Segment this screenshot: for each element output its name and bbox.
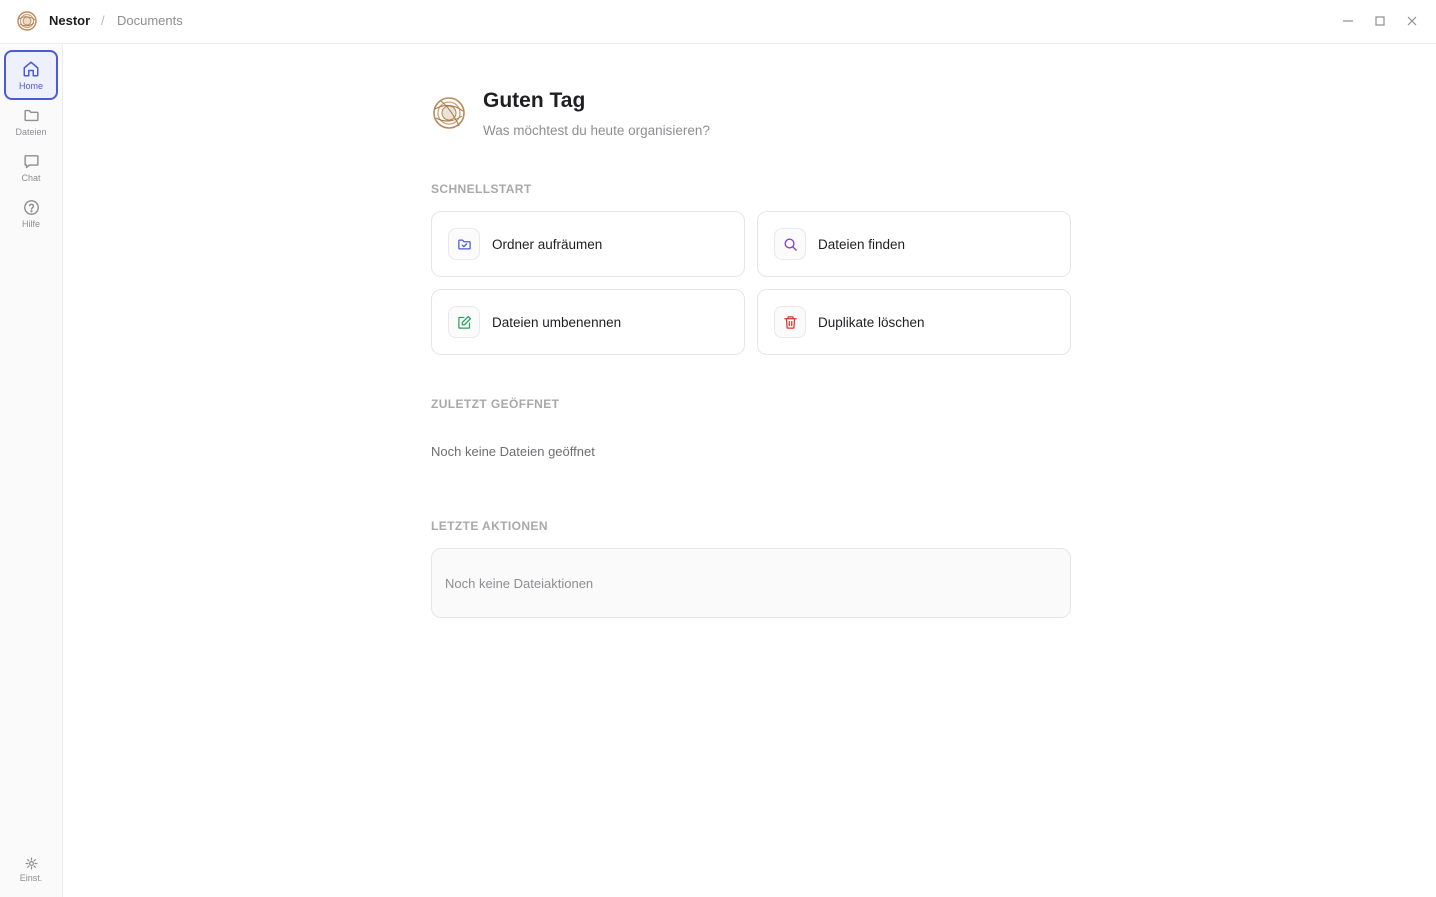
nestor-logo-icon [433, 97, 465, 129]
sidebar-item-label: Dateien [15, 127, 47, 137]
close-button[interactable] [1403, 12, 1421, 30]
quick-action-organize-folder[interactable]: Ordner aufräumen [431, 211, 745, 277]
sidebar-item-help[interactable]: Hilfe [4, 189, 58, 239]
nestor-logo-icon [17, 11, 37, 31]
minimize-icon [1343, 20, 1353, 22]
quick-action-delete-duplicates[interactable]: Duplikate löschen [757, 289, 1071, 355]
recent-files-empty-text: Noch keine Dateien geöffnet [431, 444, 595, 459]
trash-icon [783, 315, 797, 329]
chat-icon [23, 155, 39, 169]
breadcrumb-current[interactable]: Documents [117, 13, 183, 28]
quick-action-label: Dateien umbenennen [492, 314, 622, 330]
quick-action-icon-box [448, 228, 480, 260]
quick-action-label: Dateien finden [818, 236, 906, 252]
quick-action-icon-box [774, 228, 806, 260]
recent-files-heading: ZULETZT GEÖFFNET [431, 397, 560, 411]
greeting-title: Guten Tag [483, 89, 586, 112]
folder-organize-icon [457, 239, 471, 249]
sidebar-item-label: Einst. [19, 873, 43, 883]
recent-actions-empty-text: Noch keine Dateiaktionen [445, 575, 594, 591]
sidebar-item-home[interactable]: Home [4, 50, 58, 100]
quick-action-label: Duplikate löschen [818, 314, 925, 330]
title-bar: Nestor / Documents [0, 0, 1436, 44]
help-icon [23, 200, 39, 215]
breadcrumb-separator: / [101, 13, 105, 28]
maximize-button[interactable] [1371, 12, 1389, 30]
home-icon [23, 61, 39, 76]
sidebar-item-label: Hilfe [21, 219, 40, 229]
quick-action-icon-box [448, 306, 480, 338]
minimize-button[interactable] [1339, 12, 1357, 30]
maximize-icon [1375, 16, 1385, 26]
gear-icon [24, 857, 38, 870]
sidebar-item-label: Chat [21, 173, 41, 183]
sidebar-item-chat[interactable]: Chat [4, 143, 58, 193]
folder-icon [23, 109, 39, 122]
quick-action-label: Ordner aufräumen [492, 236, 603, 252]
sidebar-item-files[interactable]: Dateien [4, 97, 58, 147]
recent-actions-panel: Noch keine Dateiaktionen [431, 548, 1071, 618]
app-name: Nestor [49, 13, 91, 28]
quick-action-find-files[interactable]: Dateien finden [757, 211, 1071, 277]
quickstart-heading: SCHNELLSTART [431, 182, 532, 196]
greeting-subtitle: Was möchtest du heute organisieren? [483, 123, 710, 138]
edit-icon [457, 315, 471, 329]
recent-actions-heading: LETZTE AKTIONEN [431, 519, 548, 533]
sidebar-item-settings[interactable]: Einst. [4, 845, 58, 895]
quick-action-rename-files[interactable]: Dateien umbenennen [431, 289, 745, 355]
search-icon [784, 238, 797, 251]
quick-action-icon-box [774, 306, 806, 338]
sidebar: Home Dateien Chat Hilfe Einst. [0, 45, 63, 897]
sidebar-item-label: Home [18, 80, 43, 91]
close-icon [1407, 16, 1417, 26]
